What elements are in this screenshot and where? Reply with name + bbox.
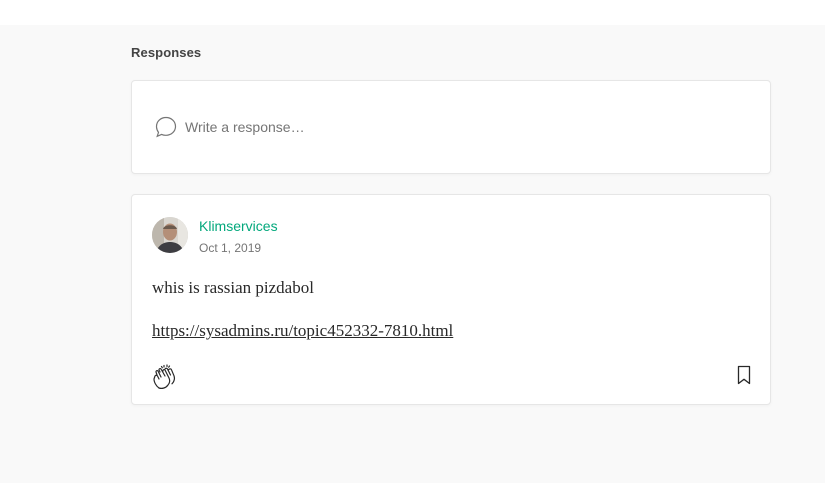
response-link[interactable]: https://sysadmins.ru/topic452332-7810.ht… xyxy=(152,321,453,341)
write-response-box[interactable]: Write a response… xyxy=(131,80,771,174)
response-text: whis is rassian pizdabol xyxy=(152,278,314,297)
author-name[interactable]: Klimservices xyxy=(199,218,278,234)
responses-heading: Responses xyxy=(131,45,202,60)
response-card: Klimservices Oct 1, 2019 whis is rassian… xyxy=(131,194,771,405)
avatar[interactable] xyxy=(152,217,188,253)
clap-icon xyxy=(150,364,180,395)
write-response-placeholder: Write a response… xyxy=(185,119,305,135)
bookmark-button[interactable] xyxy=(732,363,756,387)
speech-bubble-icon xyxy=(154,115,178,139)
response-date[interactable]: Oct 1, 2019 xyxy=(199,241,261,255)
bookmark-icon xyxy=(732,365,756,390)
clap-button[interactable] xyxy=(150,362,180,392)
